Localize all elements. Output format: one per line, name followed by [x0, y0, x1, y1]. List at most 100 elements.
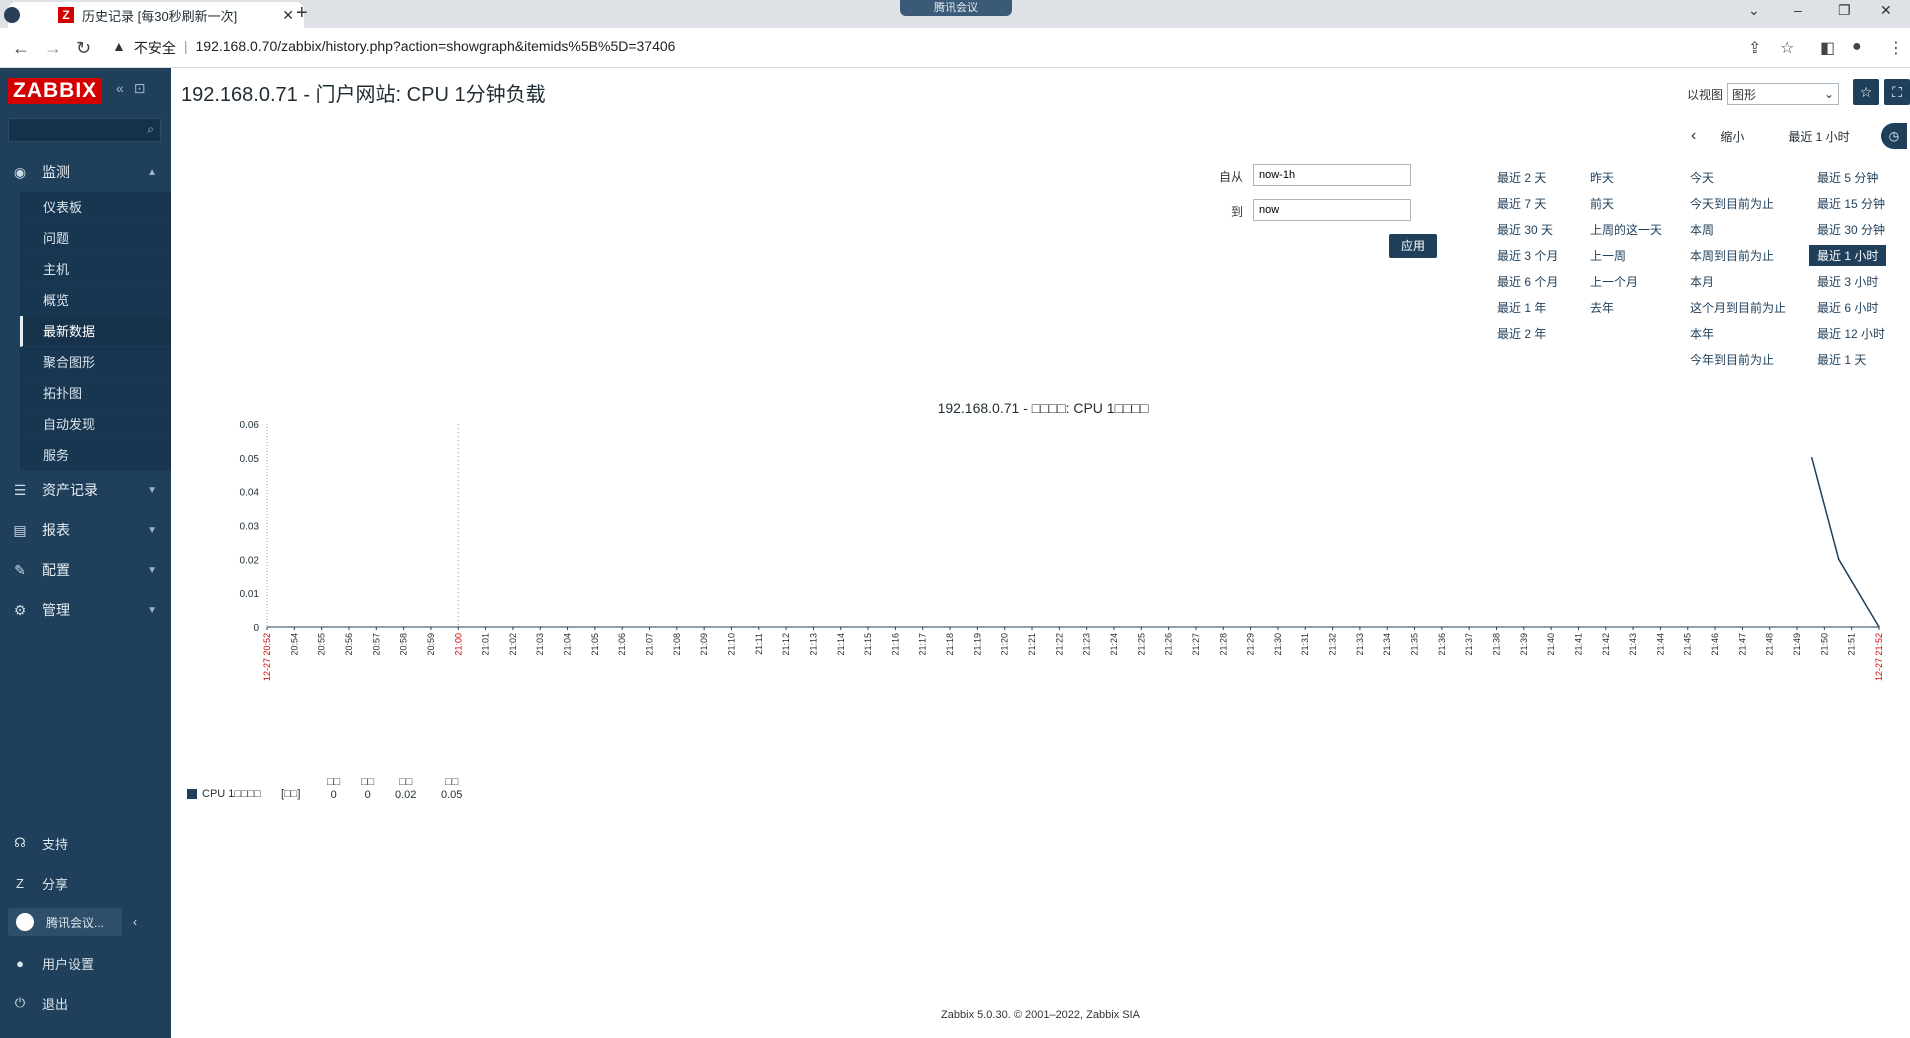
x-tick-label: 21:43: [1628, 633, 1638, 656]
x-tick-label: 12-27 21:52: [1874, 633, 1884, 681]
new-tab-button[interactable]: +: [296, 2, 308, 25]
close-tab-icon[interactable]: ✕: [282, 7, 294, 24]
sidebar-item-discovery[interactable]: 自动发现: [20, 409, 171, 440]
gear-icon: ⚙: [13, 601, 27, 618]
sidebar-item-overview[interactable]: 概览: [20, 285, 171, 316]
x-tick-label: 21:36: [1437, 633, 1447, 656]
menu-kebab-icon[interactable]: ⋮: [1888, 38, 1904, 58]
menu-reports[interactable]: ▤ 报表 ▼: [0, 512, 171, 548]
report-icon: ▤: [13, 521, 27, 538]
x-tick-label: 20:57: [371, 633, 381, 656]
y-tick-label: 0.02: [240, 555, 260, 566]
x-tick-label: 21:00: [453, 633, 463, 656]
back-icon[interactable]: ←: [12, 38, 30, 59]
x-tick-label: 21:25: [1136, 633, 1146, 656]
sidebar-item-hosts[interactable]: 主机: [20, 254, 171, 285]
globe-icon: [4, 7, 20, 23]
close-window-icon[interactable]: ✕: [1880, 2, 1892, 19]
browser-tabbar: Z 历史记录 [每30秒刷新一次] ✕ + 腾讯会议 ⌄ – ❐ ✕: [0, 0, 1910, 28]
profile-icon[interactable]: ●: [1852, 38, 1862, 56]
x-tick-label: 20:54: [289, 633, 299, 656]
legend-function: [□□]: [280, 788, 301, 800]
wrench-icon: ✎: [14, 561, 26, 578]
x-tick-label: 12-27 20:52: [262, 633, 272, 681]
search-icon: ⌕: [147, 122, 154, 136]
menu-administration-label: 管理: [42, 602, 70, 618]
browser-tab[interactable]: Z 历史记录 [每30秒刷新一次] ✕: [4, 2, 304, 28]
data-point: [1878, 626, 1880, 628]
y-tick-label: 0.06: [240, 420, 260, 431]
sidebar-item-services[interactable]: 服务: [20, 440, 171, 471]
restore-icon[interactable]: ❐: [1838, 2, 1851, 19]
zabbix-logo[interactable]: ZABBIX: [8, 78, 103, 104]
y-tick-label: 0.03: [240, 522, 260, 533]
x-tick-label: 21:38: [1491, 633, 1501, 656]
footer: Zabbix 5.0.30. © 2001–2022, Zabbix SIA: [941, 1009, 1140, 1021]
main-content: 192.168.0.71 - 门户网站: CPU 1分钟负载 以视图 图形 ⌄ …: [171, 68, 1910, 1038]
minimize-icon[interactable]: –: [1794, 2, 1802, 18]
x-tick-label: 21:33: [1355, 633, 1365, 656]
url-field[interactable]: ▲ 不安全 | 192.168.0.70/zabbix/history.php?…: [112, 38, 675, 58]
headset-icon: ☊: [14, 835, 26, 850]
menu-administration[interactable]: ⚙ 管理 ▼: [0, 592, 171, 628]
share-icon[interactable]: ⇪: [1748, 38, 1761, 58]
sidebar-item-latest-data[interactable]: 最新数据: [20, 316, 171, 347]
collapse-sidebar-icon[interactable]: «: [116, 80, 134, 96]
user-box[interactable]: 腾讯会议... ‹: [8, 908, 148, 936]
legend-stat-header: □□: [445, 776, 459, 788]
legend-stat: □□ 0: [327, 776, 340, 802]
menu-monitor[interactable]: ◉ 监测 ▲: [0, 154, 171, 190]
meeting-indicator[interactable]: 腾讯会议: [900, 0, 1012, 16]
list-icon: ☰: [13, 481, 27, 498]
x-tick-label: 20:59: [426, 633, 436, 656]
chevron-down-icon: ▼: [147, 564, 157, 576]
x-tick-label: 21:20: [1000, 633, 1010, 656]
x-tick-label: 21:30: [1273, 633, 1283, 656]
reload-icon[interactable]: ↻: [76, 38, 91, 59]
sidebar: ZABBIX «⊡ ⌕ ◉ 监测 ▲ 仪表板 问题 主机 概览 最新数据 聚合图…: [0, 68, 171, 1038]
x-tick-label: 21:14: [836, 633, 846, 656]
x-tick-label: 20:55: [317, 633, 327, 656]
star-icon[interactable]: ☆: [1780, 38, 1794, 58]
x-tick-label: 21:13: [808, 633, 818, 656]
y-tick-label: 0.01: [240, 589, 260, 600]
sidebar-item-dashboard[interactable]: 仪表板: [20, 192, 171, 223]
graph-title: 192.168.0.71 - □□□□: CPU 1□□□□: [938, 400, 1149, 416]
x-tick-label: 21:46: [1710, 633, 1720, 656]
sidebar-toggle-icon[interactable]: ◧: [1820, 38, 1835, 58]
menu-configuration[interactable]: ✎ 配置 ▼: [0, 552, 171, 588]
x-tick-label: 21:09: [699, 633, 709, 656]
sidebar-item-maps[interactable]: 拓扑图: [20, 378, 171, 409]
x-tick-label: 21:06: [617, 633, 627, 656]
x-tick-label: 21:23: [1082, 633, 1092, 656]
sidebar-search-input[interactable]: ⌕: [8, 118, 161, 142]
x-tick-label: 21:32: [1328, 633, 1338, 656]
x-tick-label: 21:27: [1191, 633, 1201, 656]
sidebar-controls: «⊡: [116, 80, 156, 97]
data-point: [1811, 457, 1813, 459]
x-tick-label: 20:56: [344, 633, 354, 656]
user-settings-link[interactable]: ● 用户设置: [0, 948, 171, 978]
logout-link[interactable]: ⏻ 退出: [0, 988, 171, 1018]
menu-monitor-label: 监测: [42, 164, 70, 180]
chevron-left-icon[interactable]: ‹: [122, 908, 148, 936]
x-tick-label: 21:18: [945, 633, 955, 656]
support-link[interactable]: ☊ 支持: [0, 828, 171, 858]
kiosk-icon[interactable]: ⊡: [134, 80, 156, 96]
legend-stat: □□ 0.02: [395, 776, 416, 802]
x-tick-label: 21:17: [918, 633, 928, 656]
tab-list-icon[interactable]: ⌄: [1748, 2, 1760, 19]
sidebar-item-screens[interactable]: 聚合图形: [20, 347, 171, 378]
x-tick-label: 21:31: [1300, 633, 1310, 656]
sidebar-item-problems[interactable]: 问题: [20, 223, 171, 254]
x-tick-label: 21:03: [535, 633, 545, 656]
forward-icon[interactable]: →: [44, 38, 62, 59]
x-tick-label: 21:28: [1218, 633, 1228, 656]
logout-label: 退出: [42, 996, 69, 1012]
graph-legend: CPU 1□□□□ [□□] □□ 0 □□ 0 □□ 0.02 □□ 0.05: [187, 776, 462, 801]
share-link[interactable]: Z 分享: [0, 868, 171, 898]
menu-configuration-label: 配置: [42, 562, 70, 578]
url-warning-label: 不安全: [133, 40, 176, 56]
menu-inventory[interactable]: ☰ 资产记录 ▼: [0, 472, 171, 508]
warning-icon: ▲: [112, 38, 126, 54]
